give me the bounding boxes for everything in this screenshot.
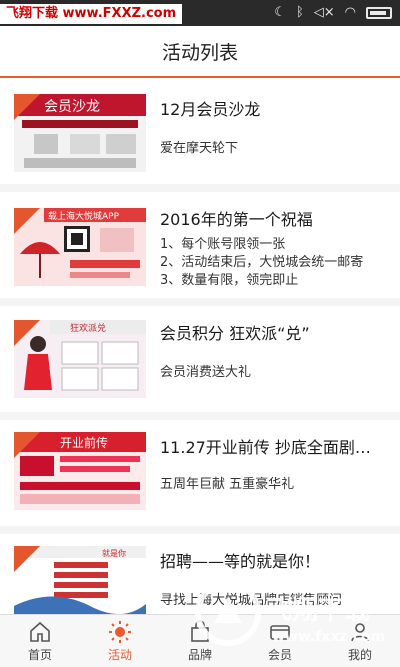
activity-title[interactable]: 12月会员沙龙 <box>160 96 390 120</box>
watermark-text: 飞翔下载 www.FXXZ.com <box>0 4 183 24</box>
activity-title[interactable]: 会员积分 狂欢派“兑” <box>160 320 390 344</box>
list-item[interactable]: 会员沙龙 12月会员沙龙 爱在摩天轮下 <box>0 78 400 184</box>
moon-icon: ☾ <box>274 5 286 20</box>
activity-title[interactable]: 2016年的第一个祝福 <box>160 206 390 230</box>
activity-thumbnail: 会员沙龙 <box>14 94 146 172</box>
activity-desc: 会员消费送大礼 <box>160 365 252 380</box>
mute-icon: ◁× <box>313 5 335 20</box>
svg-text:狂欢派兑: 狂欢派兑 <box>70 322 106 334</box>
svg-text:飞翔下载: 飞翔下载 <box>266 596 370 626</box>
list-item[interactable]: 狂欢派兑 会员积分 狂欢派“兑” 会员消费送大礼 <box>0 306 400 412</box>
activity-desc-line: 3、数量有限，领完即止 <box>160 273 299 288</box>
activity-list[interactable]: 会员沙龙 12月会员沙龙 爱在摩天轮下 载上海大悦城APP 2016年的第一个祝… <box>0 78 400 615</box>
status-icons: ☾ ᛒ ◁× ◠ <box>274 4 392 22</box>
battery-icon <box>366 7 392 19</box>
svg-text:就是你: 就是你 <box>102 548 126 558</box>
status-bar: 飞翔下载 www.FXXZ.com ☾ ᛒ ◁× ◠ <box>0 0 400 26</box>
home-icon <box>30 621 50 642</box>
tab-activities[interactable]: 活动 <box>80 615 160 667</box>
svg-text:载上海大悦城APP: 载上海大悦城APP <box>48 210 120 222</box>
page-title: 活动列表 <box>161 41 238 64</box>
header: 活动列表 <box>0 26 400 78</box>
sun-icon <box>109 620 131 643</box>
activity-title[interactable]: 11.27开业前传 抄底全面剧… <box>160 434 390 458</box>
tab-home[interactable]: 首页 <box>0 615 80 667</box>
bluetooth-icon: ᛒ <box>295 5 304 20</box>
activity-thumbnail: 开业前传 <box>14 432 146 510</box>
activity-desc: 五周年巨献 五重豪华礼 <box>160 477 295 492</box>
svg-text:会员沙龙: 会员沙龙 <box>44 99 100 115</box>
wifi-icon: ◠ <box>344 5 356 20</box>
activity-thumbnail: 狂欢派兑 <box>14 320 146 398</box>
activity-desc-line: 2、活动结束后，大悦城会统一邮寄 <box>160 255 364 270</box>
list-item[interactable]: 载上海大悦城APP 2016年的第一个祝福 1、每个账号限领一张 2、活动结束后… <box>0 192 400 298</box>
tab-label: 活动 <box>107 647 132 662</box>
watermark-logo: 飞翔下载 www.fxxz.com <box>195 580 385 646</box>
tab-label: 首页 <box>27 647 52 662</box>
activity-thumbnail: 就是你 <box>14 546 146 615</box>
activity-desc-line: 1、每个账号限领一张 <box>160 237 286 252</box>
list-item[interactable]: 开业前传 11.27开业前传 抄底全面剧… 五周年巨献 五重豪华礼 <box>0 420 400 526</box>
activity-thumbnail: 载上海大悦城APP <box>14 208 146 286</box>
activity-desc: 爱在摩天轮下 <box>160 141 239 156</box>
activity-title[interactable]: 招聘——等的就是你！ <box>160 548 390 572</box>
svg-text:www.fxxz.com: www.fxxz.com <box>272 629 385 645</box>
svg-text:开业前传: 开业前传 <box>60 435 108 450</box>
